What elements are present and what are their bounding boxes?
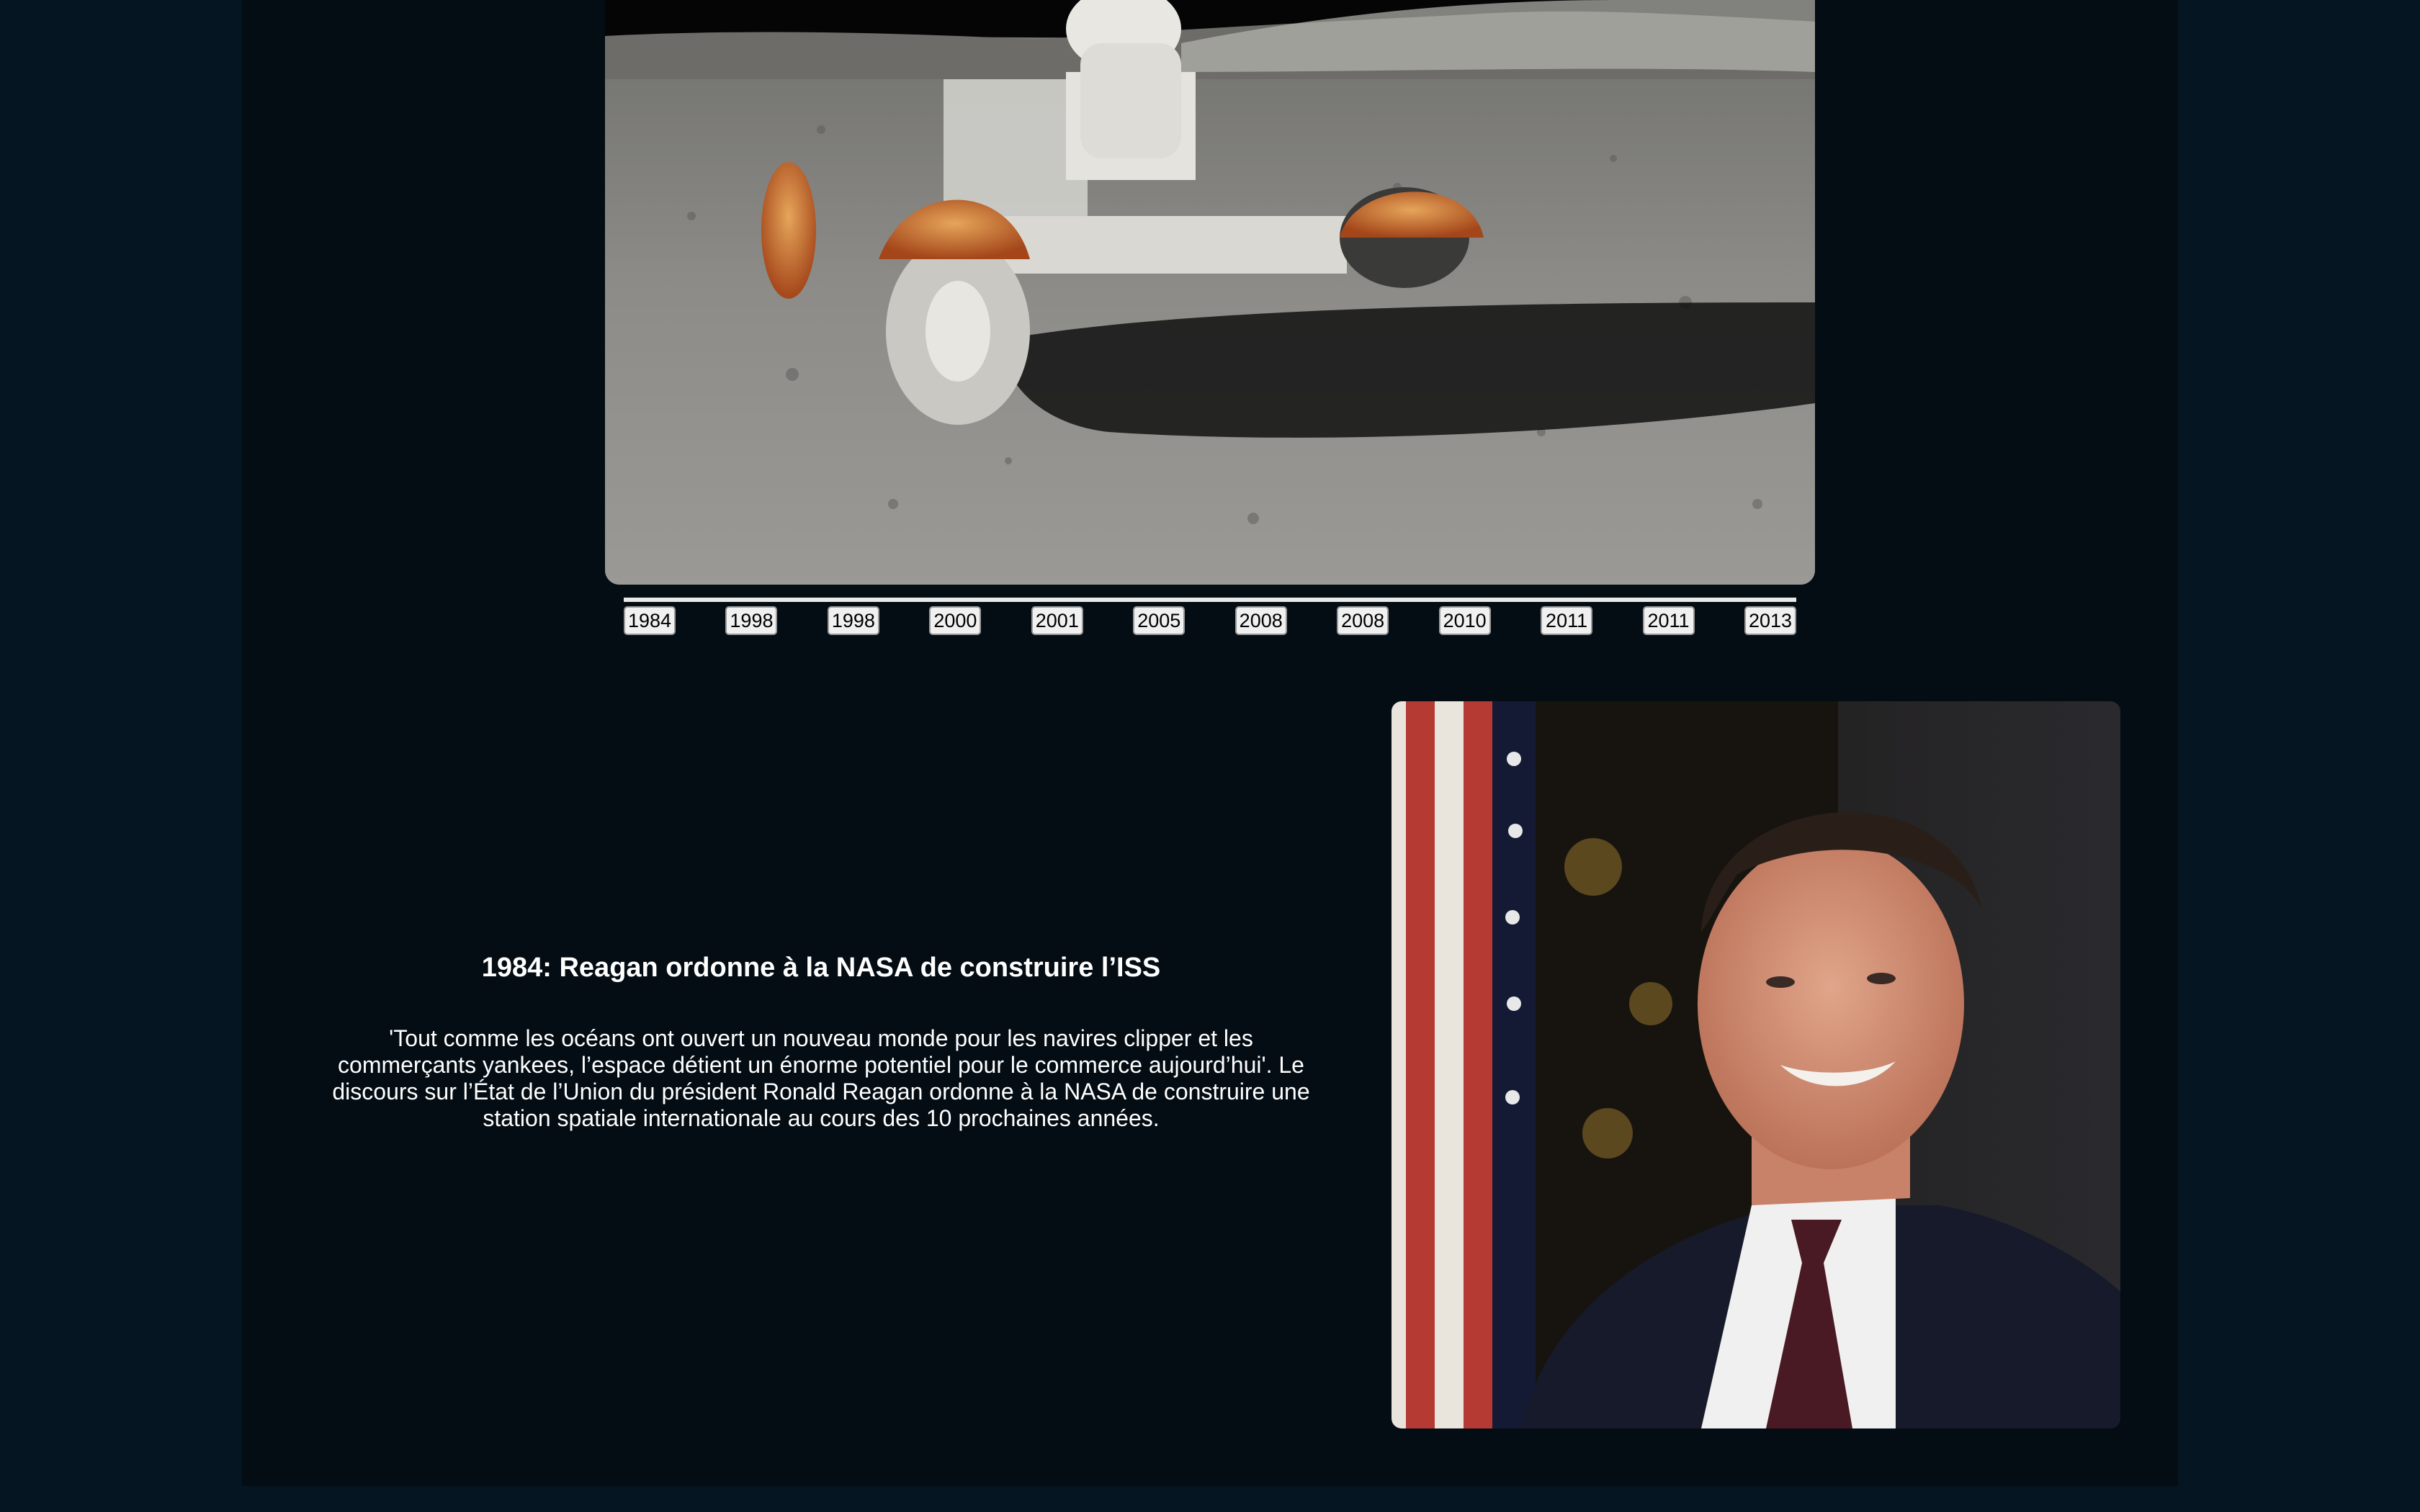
portrait-image-reagan <box>1392 701 2120 1428</box>
event-description: 'Tout comme les océans ont ouvert un nou… <box>332 1025 1310 1131</box>
year-button-1984[interactable]: 1984 <box>624 606 676 635</box>
year-button-2008-b[interactable]: 2008 <box>1337 606 1389 635</box>
year-button-2000[interactable]: 2000 <box>929 606 982 635</box>
year-button-1998-b[interactable]: 1998 <box>827 606 879 635</box>
timeline: 1984 1998 1998 2000 2001 2005 2008 2008 … <box>624 598 1796 641</box>
hero-image-lunar-rover <box>605 0 1815 585</box>
reagan-portrait-illustration <box>1392 701 2120 1428</box>
lunar-rover-illustration <box>605 0 1815 585</box>
year-button-2013[interactable]: 2013 <box>1744 606 1796 635</box>
year-button-2001[interactable]: 2001 <box>1031 606 1083 635</box>
year-button-2008-a[interactable]: 2008 <box>1234 606 1287 635</box>
year-button-2011-b[interactable]: 2011 <box>1642 606 1695 635</box>
year-button-2010[interactable]: 2010 <box>1438 606 1491 635</box>
event-title: 1984: Reagan ordonne à la NASA de constr… <box>481 953 1161 983</box>
year-button-1998-a[interactable]: 1998 <box>725 606 778 635</box>
year-button-2011-a[interactable]: 2011 <box>1541 606 1593 635</box>
timeline-line <box>624 598 1796 602</box>
event-content: 1984: Reagan ordonne à la NASA de constr… <box>317 950 1325 1132</box>
timeline-year-buttons: 1984 1998 1998 2000 2001 2005 2008 2008 … <box>624 606 1796 635</box>
year-button-2005[interactable]: 2005 <box>1133 606 1186 635</box>
